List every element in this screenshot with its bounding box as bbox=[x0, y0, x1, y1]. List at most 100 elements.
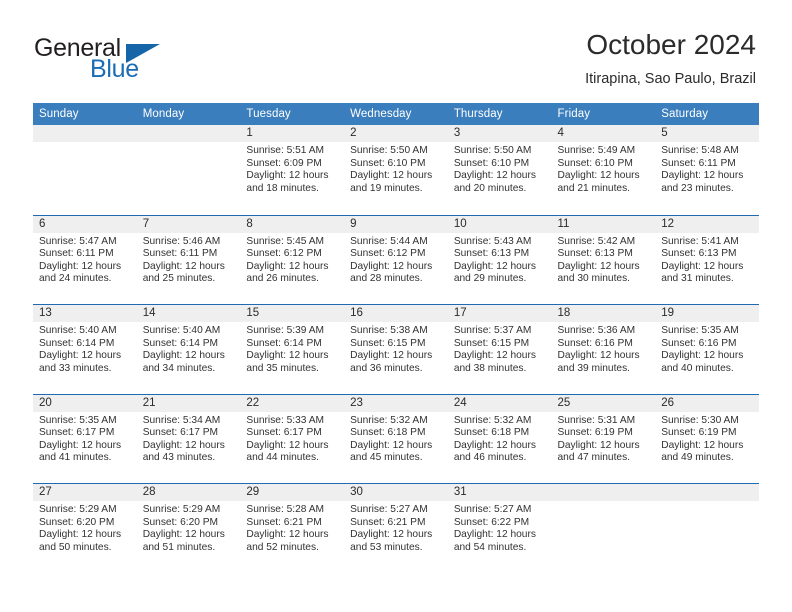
day-detail-line: Sunrise: 5:38 AM bbox=[350, 325, 428, 337]
day-detail-line: Sunrise: 5:36 AM bbox=[557, 325, 636, 337]
page-subtitle: Itirapina, Sao Paulo, Brazil bbox=[585, 71, 756, 87]
calendar-week-row: 20 Sunrise: 5:35 AM Sunset: 6:17 PM Dayligh… bbox=[33, 393, 759, 484]
day-detail-line: Sunrise: 5:31 AM bbox=[557, 414, 636, 426]
calendar-day-cell[interactable]: 22 Sunrise: 5:33 AM Sunset: 6:17 PM Dayligh… bbox=[240, 394, 345, 483]
day-detail-line: Sunrise: 5:27 AM bbox=[350, 504, 428, 516]
day-detail-block: Sunrise: 5:29 AM Sunset: 6:20 PM Daylight:… bbox=[33, 501, 137, 554]
day-detail-block: Sunrise: 5:34 AM Sunset: 6:17 PM Daylight:… bbox=[137, 412, 241, 465]
day-detail-line: Daylight: 12 hours bbox=[39, 439, 122, 451]
day-detail-line: Sunset: 6:09 PM bbox=[246, 157, 322, 169]
day-detail-line: Sunrise: 5:29 AM bbox=[142, 504, 221, 516]
calendar-day-cell[interactable]: 1 Sunrise: 5:51 AM Sunset: 6:09 PM Daylight… bbox=[240, 125, 345, 213]
day-detail-block: Sunrise: 5:42 AM Sunset: 6:13 PM Daylight:… bbox=[552, 233, 656, 286]
day-detail-line: Sunset: 6:19 PM bbox=[661, 427, 737, 439]
calendar-day-cell[interactable]: 8 Sunrise: 5:45 AM Sunset: 6:12 PM Daylight… bbox=[240, 215, 345, 304]
calendar-day-cell[interactable]: 24 Sunrise: 5:32 AM Sunset: 6:18 PM Dayligh… bbox=[447, 394, 552, 483]
day-detail-line: Sunset: 6:19 PM bbox=[557, 427, 633, 439]
calendar-day-cell[interactable]: 15 Sunrise: 5:39 AM Sunset: 6:14 PM Dayligh… bbox=[240, 305, 345, 394]
day-detail-line: Daylight: 12 hours bbox=[142, 529, 225, 541]
day-number: 17 bbox=[447, 305, 552, 323]
calendar-day-cell[interactable]: 28 Sunrise: 5:29 AM Sunset: 6:20 PM Dayligh… bbox=[136, 484, 241, 573]
day-detail-line: Sunset: 6:18 PM bbox=[350, 427, 426, 439]
day-detail-line: Daylight: 12 hours bbox=[350, 170, 433, 182]
day-detail-line: Sunrise: 5:40 AM bbox=[142, 325, 221, 337]
day-detail-line: and 46 minutes. bbox=[453, 452, 527, 464]
calendar-day-cell[interactable]: 3 Sunrise: 5:50 AM Sunset: 6:10 PM Daylight… bbox=[447, 125, 552, 213]
day-detail-line: and 53 minutes. bbox=[350, 542, 423, 554]
calendar-day-cell[interactable]: 30 Sunrise: 5:27 AM Sunset: 6:21 PM Dayligh… bbox=[344, 484, 448, 573]
day-detail-line: and 21 minutes. bbox=[557, 182, 631, 194]
calendar-day-cell[interactable]: 27 Sunrise: 5:29 AM Sunset: 6:20 PM Dayligh… bbox=[33, 484, 137, 573]
day-detail-line: Sunset: 6:13 PM bbox=[661, 248, 737, 260]
calendar-day-cell[interactable]: 14 Sunrise: 5:40 AM Sunset: 6:14 PM Dayligh… bbox=[136, 305, 241, 394]
calendar-day-cell[interactable]: 11 Sunrise: 5:42 AM Sunset: 6:13 PM Dayligh… bbox=[551, 215, 656, 304]
calendar-day-cell-empty bbox=[136, 125, 241, 213]
day-detail-line: Sunset: 6:11 PM bbox=[39, 248, 114, 260]
calendar-day-cell[interactable]: 9 Sunrise: 5:44 AM Sunset: 6:12 PM Daylight… bbox=[344, 215, 448, 304]
calendar-day-cell-empty bbox=[655, 484, 759, 573]
calendar-day-cell[interactable]: 25 Sunrise: 5:31 AM Sunset: 6:19 PM Dayligh… bbox=[551, 394, 656, 483]
calendar-day-cell[interactable]: 18 Sunrise: 5:36 AM Sunset: 6:16 PM Dayligh… bbox=[551, 305, 656, 394]
day-detail-block: Sunrise: 5:33 AM Sunset: 6:17 PM Daylight:… bbox=[240, 412, 344, 465]
calendar-day-cell[interactable]: 13 Sunrise: 5:40 AM Sunset: 6:14 PM Dayligh… bbox=[33, 305, 137, 394]
calendar-day-cell[interactable]: 17 Sunrise: 5:37 AM Sunset: 6:15 PM Dayligh… bbox=[447, 305, 552, 394]
day-detail-block: Sunrise: 5:44 AM Sunset: 6:12 PM Daylight:… bbox=[344, 233, 448, 286]
calendar-day-cell[interactable]: 21 Sunrise: 5:34 AM Sunset: 6:17 PM Dayligh… bbox=[136, 394, 241, 483]
calendar-day-cell[interactable]: 4 Sunrise: 5:49 AM Sunset: 6:10 PM Daylight… bbox=[551, 125, 656, 213]
day-detail-line: Sunrise: 5:48 AM bbox=[661, 145, 739, 156]
day-number: 29 bbox=[240, 484, 345, 502]
calendar-day-cell[interactable]: 6 Sunrise: 5:47 AM Sunset: 6:11 PM Daylight… bbox=[33, 215, 137, 304]
calendar-day-cell[interactable]: 10 Sunrise: 5:43 AM Sunset: 6:13 PM Dayligh… bbox=[447, 215, 552, 304]
calendar-day-cell[interactable]: 12 Sunrise: 5:41 AM Sunset: 6:13 PM Dayligh… bbox=[655, 215, 759, 304]
day-detail-line: Sunrise: 5:50 AM bbox=[453, 145, 532, 156]
day-detail-line: Sunset: 6:17 PM bbox=[39, 427, 115, 439]
calendar-day-cell[interactable]: 2 Sunrise: 5:50 AM Sunset: 6:10 PM Daylight… bbox=[344, 125, 448, 213]
day-detail-block: Sunrise: 5:39 AM Sunset: 6:14 PM Daylight:… bbox=[240, 322, 344, 375]
day-number: 22 bbox=[240, 394, 345, 412]
day-detail-block: Sunrise: 5:28 AM Sunset: 6:21 PM Daylight:… bbox=[240, 501, 344, 554]
day-detail-line: Daylight: 12 hours bbox=[661, 260, 744, 272]
calendar-day-cell[interactable]: 5 Sunrise: 5:48 AM Sunset: 6:11 PM Daylight… bbox=[655, 125, 759, 213]
calendar-day-cell[interactable]: 29 Sunrise: 5:28 AM Sunset: 6:21 PM Dayligh… bbox=[240, 484, 345, 573]
day-detail-line: Sunset: 6:16 PM bbox=[661, 337, 737, 349]
day-detail-line: Sunset: 6:10 PM bbox=[350, 157, 426, 169]
day-detail-line: Sunset: 6:15 PM bbox=[350, 337, 426, 349]
day-detail-line: and 41 minutes. bbox=[39, 452, 112, 464]
day-detail-line: Sunrise: 5:39 AM bbox=[246, 325, 324, 337]
day-detail-line: Sunset: 6:15 PM bbox=[453, 337, 530, 349]
day-number: 24 bbox=[447, 394, 552, 412]
weekday-header-wednesday: Wednesday bbox=[350, 108, 412, 120]
calendar-day-cell[interactable]: 7 Sunrise: 5:46 AM Sunset: 6:11 PM Daylight… bbox=[136, 215, 241, 304]
day-detail-line: Daylight: 12 hours bbox=[350, 350, 433, 362]
calendar-day-cell[interactable]: 26 Sunrise: 5:30 AM Sunset: 6:19 PM Dayligh… bbox=[655, 394, 759, 483]
day-number: 20 bbox=[33, 394, 137, 412]
day-detail-line: Daylight: 12 hours bbox=[557, 439, 640, 451]
calendar-day-cell[interactable]: 23 Sunrise: 5:32 AM Sunset: 6:18 PM Dayligh… bbox=[344, 394, 448, 483]
day-detail-line: Daylight: 12 hours bbox=[350, 529, 433, 541]
calendar-day-cell[interactable]: 16 Sunrise: 5:38 AM Sunset: 6:15 PM Dayligh… bbox=[344, 305, 448, 394]
day-detail-block: Sunrise: 5:50 AM Sunset: 6:10 PM Daylight:… bbox=[448, 142, 552, 195]
calendar-day-cell[interactable]: 20 Sunrise: 5:35 AM Sunset: 6:17 PM Dayligh… bbox=[33, 394, 137, 483]
calendar-day-cell[interactable]: 19 Sunrise: 5:35 AM Sunset: 6:16 PM Dayligh… bbox=[655, 305, 759, 394]
weekday-header-thursday: Thursday bbox=[453, 108, 503, 120]
day-detail-line: and 34 minutes. bbox=[142, 362, 216, 374]
day-detail-line: Sunrise: 5:43 AM bbox=[453, 235, 532, 247]
day-detail-line: and 40 minutes. bbox=[661, 362, 734, 374]
day-number bbox=[551, 484, 656, 502]
day-detail-block: Sunrise: 5:50 AM Sunset: 6:10 PM Daylight:… bbox=[344, 142, 448, 195]
day-detail-block: Sunrise: 5:35 AM Sunset: 6:16 PM Daylight:… bbox=[655, 322, 759, 375]
day-detail-line: Daylight: 12 hours bbox=[246, 439, 329, 451]
day-detail-line: and 38 minutes. bbox=[453, 362, 527, 374]
day-detail-line: and 18 minutes. bbox=[246, 182, 319, 194]
day-detail-line: Sunset: 6:17 PM bbox=[246, 427, 322, 439]
day-detail-line: Daylight: 12 hours bbox=[246, 170, 329, 182]
day-detail-block: Sunrise: 5:49 AM Sunset: 6:10 PM Daylight:… bbox=[552, 142, 656, 195]
day-detail-line: Daylight: 12 hours bbox=[661, 350, 744, 362]
brand-logo[interactable]: General Blue bbox=[34, 34, 214, 86]
day-detail-line: Daylight: 12 hours bbox=[246, 350, 329, 362]
day-detail-block: Sunrise: 5:40 AM Sunset: 6:14 PM Daylight:… bbox=[33, 322, 137, 375]
day-detail-line: and 36 minutes. bbox=[350, 362, 423, 374]
day-detail-line: Sunset: 6:17 PM bbox=[142, 427, 219, 439]
calendar-day-cell[interactable]: 31 Sunrise: 5:27 AM Sunset: 6:22 PM Dayligh… bbox=[447, 484, 552, 573]
day-detail-line: Sunset: 6:10 PM bbox=[453, 157, 530, 169]
